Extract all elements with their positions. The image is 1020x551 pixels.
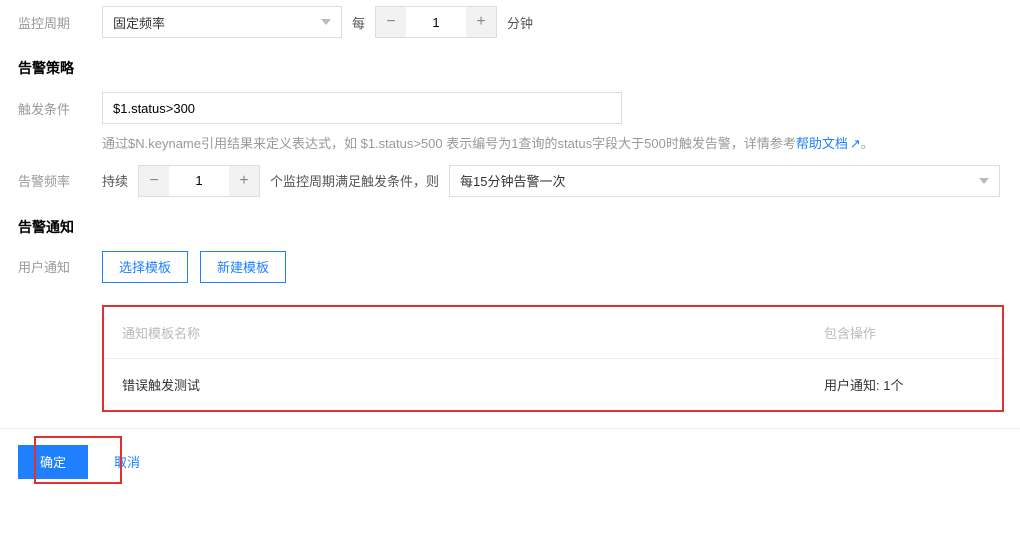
freq-option-value: 每15分钟告警一次 <box>460 171 565 190</box>
th-template-name: 通知模板名称 <box>122 323 824 342</box>
trigger-hint-suffix: 。 <box>861 136 874 151</box>
confirm-button[interactable]: 确定 <box>18 445 88 479</box>
trigger-hint-text: 通过$N.keyname引用结果来定义表达式，如 $1.status>500 表… <box>102 136 796 151</box>
trigger-label: 触发条件 <box>18 99 102 118</box>
period-value-input[interactable] <box>406 7 466 37</box>
table-row: 错误触发测试 用户通知: 1个 <box>104 359 1002 410</box>
period-unit-label: 分钟 <box>497 13 543 32</box>
select-template-button[interactable]: 选择模板 <box>102 251 188 283</box>
period-every-label: 每 <box>342 13 375 32</box>
template-table-highlight: 通知模板名称 包含操作 错误触发测试 用户通知: 1个 <box>102 305 1004 412</box>
freq-decrement-button[interactable]: − <box>139 166 169 196</box>
cancel-button[interactable]: 取消 <box>108 452 150 471</box>
trigger-expression-input[interactable] <box>102 92 622 124</box>
help-docs-link[interactable]: 帮助文档 <box>796 136 848 151</box>
freq-increment-button[interactable]: + <box>229 166 259 196</box>
freq-option-dropdown[interactable]: 每15分钟告警一次 <box>449 165 1000 197</box>
strategy-section-title: 告警策略 <box>0 44 1020 86</box>
external-link-icon: ↗ <box>850 136 861 151</box>
freq-value-input[interactable] <box>169 166 229 196</box>
freq-label: 告警频率 <box>18 171 102 190</box>
user-notify-label: 用户通知 <box>18 257 102 276</box>
new-template-button[interactable]: 新建模板 <box>200 251 286 283</box>
chevron-down-icon <box>979 178 989 184</box>
notify-section-title: 告警通知 <box>0 203 1020 245</box>
th-operations: 包含操作 <box>824 323 984 342</box>
template-ops-cell: 用户通知: 1个 <box>824 375 984 394</box>
period-label: 监控周期 <box>18 13 102 32</box>
period-increment-button[interactable]: + <box>466 7 496 37</box>
period-value-stepper[interactable]: − + <box>375 6 497 38</box>
chevron-down-icon <box>321 19 331 25</box>
freq-prefix: 持续 <box>102 171 138 190</box>
freq-value-stepper[interactable]: − + <box>138 165 260 197</box>
period-mode-value: 固定频率 <box>113 13 165 32</box>
freq-suffix: 个监控周期满足触发条件，则 <box>260 171 449 190</box>
period-mode-dropdown[interactable]: 固定频率 <box>102 6 342 38</box>
template-name-cell: 错误触发测试 <box>122 375 824 394</box>
period-decrement-button[interactable]: − <box>376 7 406 37</box>
